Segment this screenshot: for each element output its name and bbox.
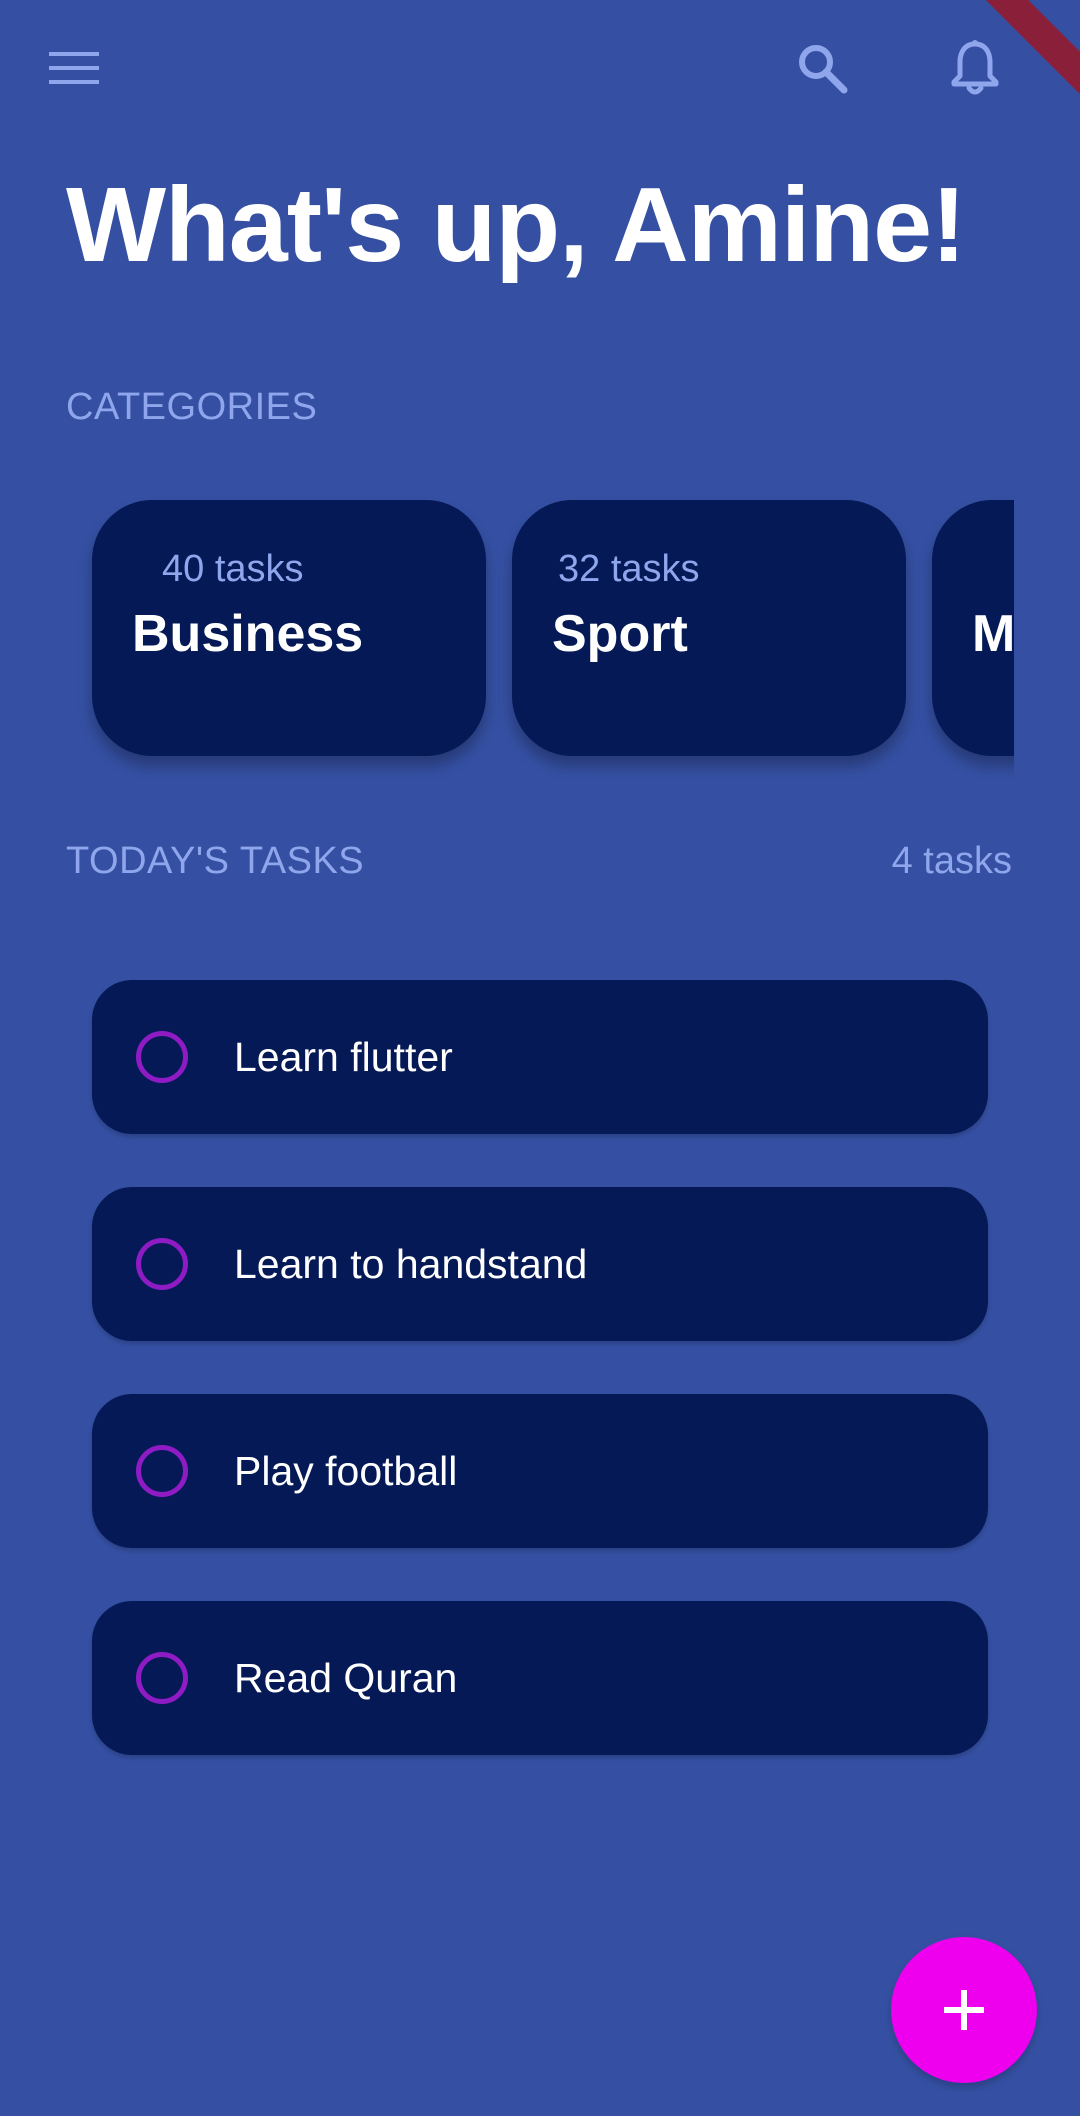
app-screen: What's up, Amine! CATEGORIES 40 tasks Bu…: [0, 0, 1080, 2116]
add-task-button[interactable]: [891, 1937, 1037, 2083]
categories-heading: CATEGORIES: [66, 386, 318, 428]
category-name: Business: [132, 605, 364, 663]
menu-icon: [49, 52, 99, 84]
task-item[interactable]: Learn flutter: [92, 980, 988, 1134]
todays-tasks-heading: TODAY'S TASKS: [66, 840, 365, 882]
task-checkbox[interactable]: [136, 1238, 188, 1290]
todays-tasks-count: 4 tasks: [891, 840, 1012, 882]
task-title: Play football: [234, 1448, 458, 1494]
task-title: Learn to handstand: [234, 1241, 588, 1287]
plus-icon: [944, 1990, 984, 2030]
task-checkbox[interactable]: [136, 1652, 188, 1704]
task-item[interactable]: Learn to handstand: [92, 1187, 988, 1341]
task-item[interactable]: Play football: [92, 1394, 988, 1548]
task-title: Learn flutter: [234, 1034, 453, 1080]
categories-list[interactable]: 40 tasks Business 32 tasks Sport M: [66, 490, 1014, 780]
menu-button[interactable]: [26, 20, 122, 116]
task-checkbox[interactable]: [136, 1445, 188, 1497]
notifications-button[interactable]: [927, 20, 1023, 116]
category-card-partial[interactable]: M: [932, 500, 1014, 756]
search-icon: [799, 45, 848, 94]
category-task-count: 40 tasks: [162, 548, 304, 590]
category-card-sport[interactable]: 32 tasks Sport: [512, 500, 906, 756]
task-item[interactable]: Read Quran: [92, 1601, 988, 1755]
task-title: Read Quran: [234, 1655, 458, 1701]
category-name: M: [972, 605, 1014, 663]
category-name: Sport: [552, 605, 688, 663]
search-button[interactable]: [774, 20, 870, 116]
page-title: What's up, Amine!: [66, 166, 966, 284]
category-card-business[interactable]: 40 tasks Business: [92, 500, 486, 756]
category-task-count: 32 tasks: [558, 548, 700, 590]
task-checkbox[interactable]: [136, 1031, 188, 1083]
bell-icon: [951, 40, 999, 95]
